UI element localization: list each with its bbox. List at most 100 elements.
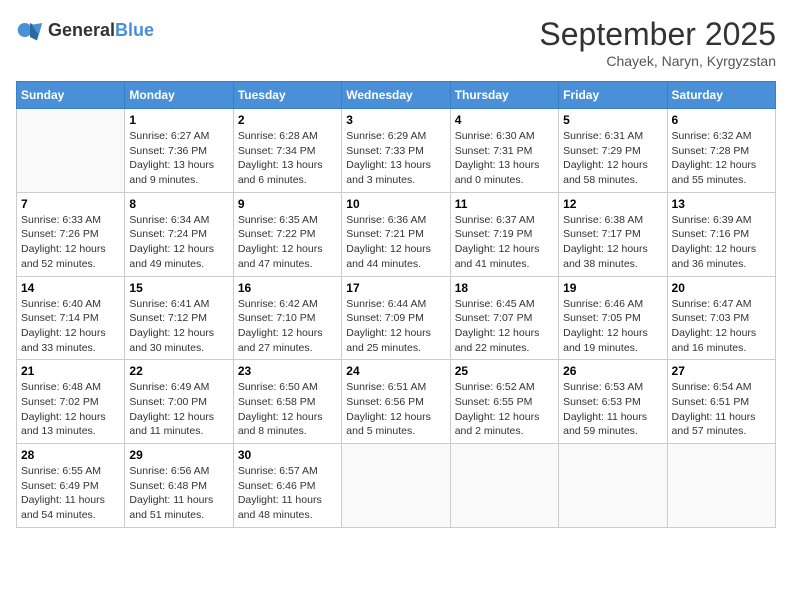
day-number: 5 xyxy=(563,113,662,127)
day-number: 15 xyxy=(129,281,228,295)
calendar-cell: 3 Sunrise: 6:29 AMSunset: 7:33 PMDaylight… xyxy=(342,109,450,193)
calendar-cell: 2 Sunrise: 6:28 AMSunset: 7:34 PMDaylight… xyxy=(233,109,341,193)
day-number: 16 xyxy=(238,281,337,295)
calendar-cell: 10 Sunrise: 6:36 AMSunset: 7:21 PMDayligh… xyxy=(342,192,450,276)
calendar-cell: 18Sunrise: 6:45 AMSunset: 7:07 PMDayligh… xyxy=(450,276,558,360)
calendar-cell: 11 Sunrise: 6:37 AMSunset: 7:19 PMDayligh… xyxy=(450,192,558,276)
day-info: Sunrise: 6:40 AMSunset: 7:14 PMDaylight:… xyxy=(21,297,120,356)
day-number: 29 xyxy=(129,448,228,462)
calendar-cell xyxy=(342,444,450,528)
calendar-cell: 14 Sunrise: 6:40 AMSunset: 7:14 PMDayligh… xyxy=(17,276,125,360)
col-header-friday: Friday xyxy=(559,82,667,109)
calendar-cell: 24 Sunrise: 6:51 AMSunset: 6:56 PMDayligh… xyxy=(342,360,450,444)
day-number: 7 xyxy=(21,197,120,211)
header-row: SundayMondayTuesdayWednesdayThursdayFrid… xyxy=(17,82,776,109)
calendar-cell: 23 Sunrise: 6:50 AMSunset: 6:58 PMDayligh… xyxy=(233,360,341,444)
col-header-tuesday: Tuesday xyxy=(233,82,341,109)
col-header-thursday: Thursday xyxy=(450,82,558,109)
calendar-cell: 13Sunrise: 6:39 AMSunset: 7:16 PMDayligh… xyxy=(667,192,775,276)
day-info: Sunrise: 6:35 AMSunset: 7:22 PMDaylight:… xyxy=(238,213,337,272)
day-number: 4 xyxy=(455,113,554,127)
day-info: Sunrise: 6:57 AMSunset: 6:46 PMDaylight:… xyxy=(238,464,337,523)
calendar-cell: 9 Sunrise: 6:35 AMSunset: 7:22 PMDaylight… xyxy=(233,192,341,276)
calendar-cell xyxy=(559,444,667,528)
day-number: 9 xyxy=(238,197,337,211)
calendar-cell xyxy=(17,109,125,193)
calendar-cell: 12 Sunrise: 6:38 AMSunset: 7:17 PMDayligh… xyxy=(559,192,667,276)
calendar-cell: 29 Sunrise: 6:56 AMSunset: 6:48 PMDayligh… xyxy=(125,444,233,528)
day-number: 2 xyxy=(238,113,337,127)
day-number: 18 xyxy=(455,281,554,295)
calendar-cell: 5 Sunrise: 6:31 AMSunset: 7:29 PMDaylight… xyxy=(559,109,667,193)
col-header-sunday: Sunday xyxy=(17,82,125,109)
calendar-cell: 21Sunrise: 6:48 AMSunset: 7:02 PMDayligh… xyxy=(17,360,125,444)
calendar-cell: 30 Sunrise: 6:57 AMSunset: 6:46 PMDayligh… xyxy=(233,444,341,528)
day-number: 1 xyxy=(129,113,228,127)
calendar-cell: 25 Sunrise: 6:52 AMSunset: 6:55 PMDayligh… xyxy=(450,360,558,444)
day-info: Sunrise: 6:28 AMSunset: 7:34 PMDaylight:… xyxy=(238,129,337,188)
week-row-2: 7 Sunrise: 6:33 AMSunset: 7:26 PMDaylight… xyxy=(17,192,776,276)
col-header-saturday: Saturday xyxy=(667,82,775,109)
week-row-5: 28Sunrise: 6:55 AMSunset: 6:49 PMDayligh… xyxy=(17,444,776,528)
day-info: Sunrise: 6:29 AMSunset: 7:33 PMDaylight:… xyxy=(346,129,445,188)
week-row-3: 14 Sunrise: 6:40 AMSunset: 7:14 PMDayligh… xyxy=(17,276,776,360)
logo: GeneralBlue xyxy=(16,16,154,44)
day-info: Sunrise: 6:41 AMSunset: 7:12 PMDaylight:… xyxy=(129,297,228,356)
day-info: Sunrise: 6:44 AMSunset: 7:09 PMDaylight:… xyxy=(346,297,445,356)
day-info: Sunrise: 6:53 AMSunset: 6:53 PMDaylight:… xyxy=(563,380,662,439)
day-number: 22 xyxy=(129,364,228,378)
day-number: 28 xyxy=(21,448,120,462)
day-info: Sunrise: 6:52 AMSunset: 6:55 PMDaylight:… xyxy=(455,380,554,439)
logo-icon xyxy=(16,16,44,44)
day-number: 17 xyxy=(346,281,445,295)
day-info: Sunrise: 6:33 AMSunset: 7:26 PMDaylight:… xyxy=(21,213,120,272)
day-info: Sunrise: 6:49 AMSunset: 7:00 PMDaylight:… xyxy=(129,380,228,439)
calendar-cell: 27 Sunrise: 6:54 AMSunset: 6:51 PMDayligh… xyxy=(667,360,775,444)
day-info: Sunrise: 6:37 AMSunset: 7:19 PMDaylight:… xyxy=(455,213,554,272)
day-number: 23 xyxy=(238,364,337,378)
day-number: 19 xyxy=(563,281,662,295)
calendar-cell: 7 Sunrise: 6:33 AMSunset: 7:26 PMDaylight… xyxy=(17,192,125,276)
day-info: Sunrise: 6:51 AMSunset: 6:56 PMDaylight:… xyxy=(346,380,445,439)
calendar-cell: 1 Sunrise: 6:27 AMSunset: 7:36 PMDaylight… xyxy=(125,109,233,193)
day-info: Sunrise: 6:27 AMSunset: 7:36 PMDaylight:… xyxy=(129,129,228,188)
calendar-cell: 19 Sunrise: 6:46 AMSunset: 7:05 PMDayligh… xyxy=(559,276,667,360)
day-info: Sunrise: 6:50 AMSunset: 6:58 PMDaylight:… xyxy=(238,380,337,439)
logo-general: General xyxy=(48,20,115,40)
calendar-cell: 17 Sunrise: 6:44 AMSunset: 7:09 PMDayligh… xyxy=(342,276,450,360)
day-number: 3 xyxy=(346,113,445,127)
day-number: 26 xyxy=(563,364,662,378)
day-number: 25 xyxy=(455,364,554,378)
calendar-cell: 6 Sunrise: 6:32 AMSunset: 7:28 PMDaylight… xyxy=(667,109,775,193)
logo-blue: Blue xyxy=(115,20,154,40)
day-number: 30 xyxy=(238,448,337,462)
day-number: 11 xyxy=(455,197,554,211)
calendar-cell: 16 Sunrise: 6:42 AMSunset: 7:10 PMDayligh… xyxy=(233,276,341,360)
day-info: Sunrise: 6:47 AMSunset: 7:03 PMDaylight:… xyxy=(672,297,771,356)
day-number: 14 xyxy=(21,281,120,295)
day-info: Sunrise: 6:38 AMSunset: 7:17 PMDaylight:… xyxy=(563,213,662,272)
day-number: 27 xyxy=(672,364,771,378)
page-header: GeneralBlue September 2025 Chayek, Naryn… xyxy=(16,16,776,69)
day-info: Sunrise: 6:54 AMSunset: 6:51 PMDaylight:… xyxy=(672,380,771,439)
calendar-cell: 22 Sunrise: 6:49 AMSunset: 7:00 PMDayligh… xyxy=(125,360,233,444)
day-info: Sunrise: 6:32 AMSunset: 7:28 PMDaylight:… xyxy=(672,129,771,188)
calendar-cell: 26 Sunrise: 6:53 AMSunset: 6:53 PMDayligh… xyxy=(559,360,667,444)
day-number: 6 xyxy=(672,113,771,127)
day-number: 13 xyxy=(672,197,771,211)
day-info: Sunrise: 6:31 AMSunset: 7:29 PMDaylight:… xyxy=(563,129,662,188)
day-info: Sunrise: 6:42 AMSunset: 7:10 PMDaylight:… xyxy=(238,297,337,356)
day-info: Sunrise: 6:46 AMSunset: 7:05 PMDaylight:… xyxy=(563,297,662,356)
day-number: 21 xyxy=(21,364,120,378)
calendar-cell: 20 Sunrise: 6:47 AMSunset: 7:03 PMDayligh… xyxy=(667,276,775,360)
col-header-monday: Monday xyxy=(125,82,233,109)
day-number: 20 xyxy=(672,281,771,295)
day-number: 10 xyxy=(346,197,445,211)
day-info: Sunrise: 6:56 AMSunset: 6:48 PMDaylight:… xyxy=(129,464,228,523)
day-info: Sunrise: 6:36 AMSunset: 7:21 PMDaylight:… xyxy=(346,213,445,272)
location: Chayek, Naryn, Kyrgyzstan xyxy=(539,53,776,69)
week-row-4: 21Sunrise: 6:48 AMSunset: 7:02 PMDayligh… xyxy=(17,360,776,444)
day-number: 12 xyxy=(563,197,662,211)
day-number: 24 xyxy=(346,364,445,378)
title-section: September 2025 Chayek, Naryn, Kyrgyzstan xyxy=(539,16,776,69)
